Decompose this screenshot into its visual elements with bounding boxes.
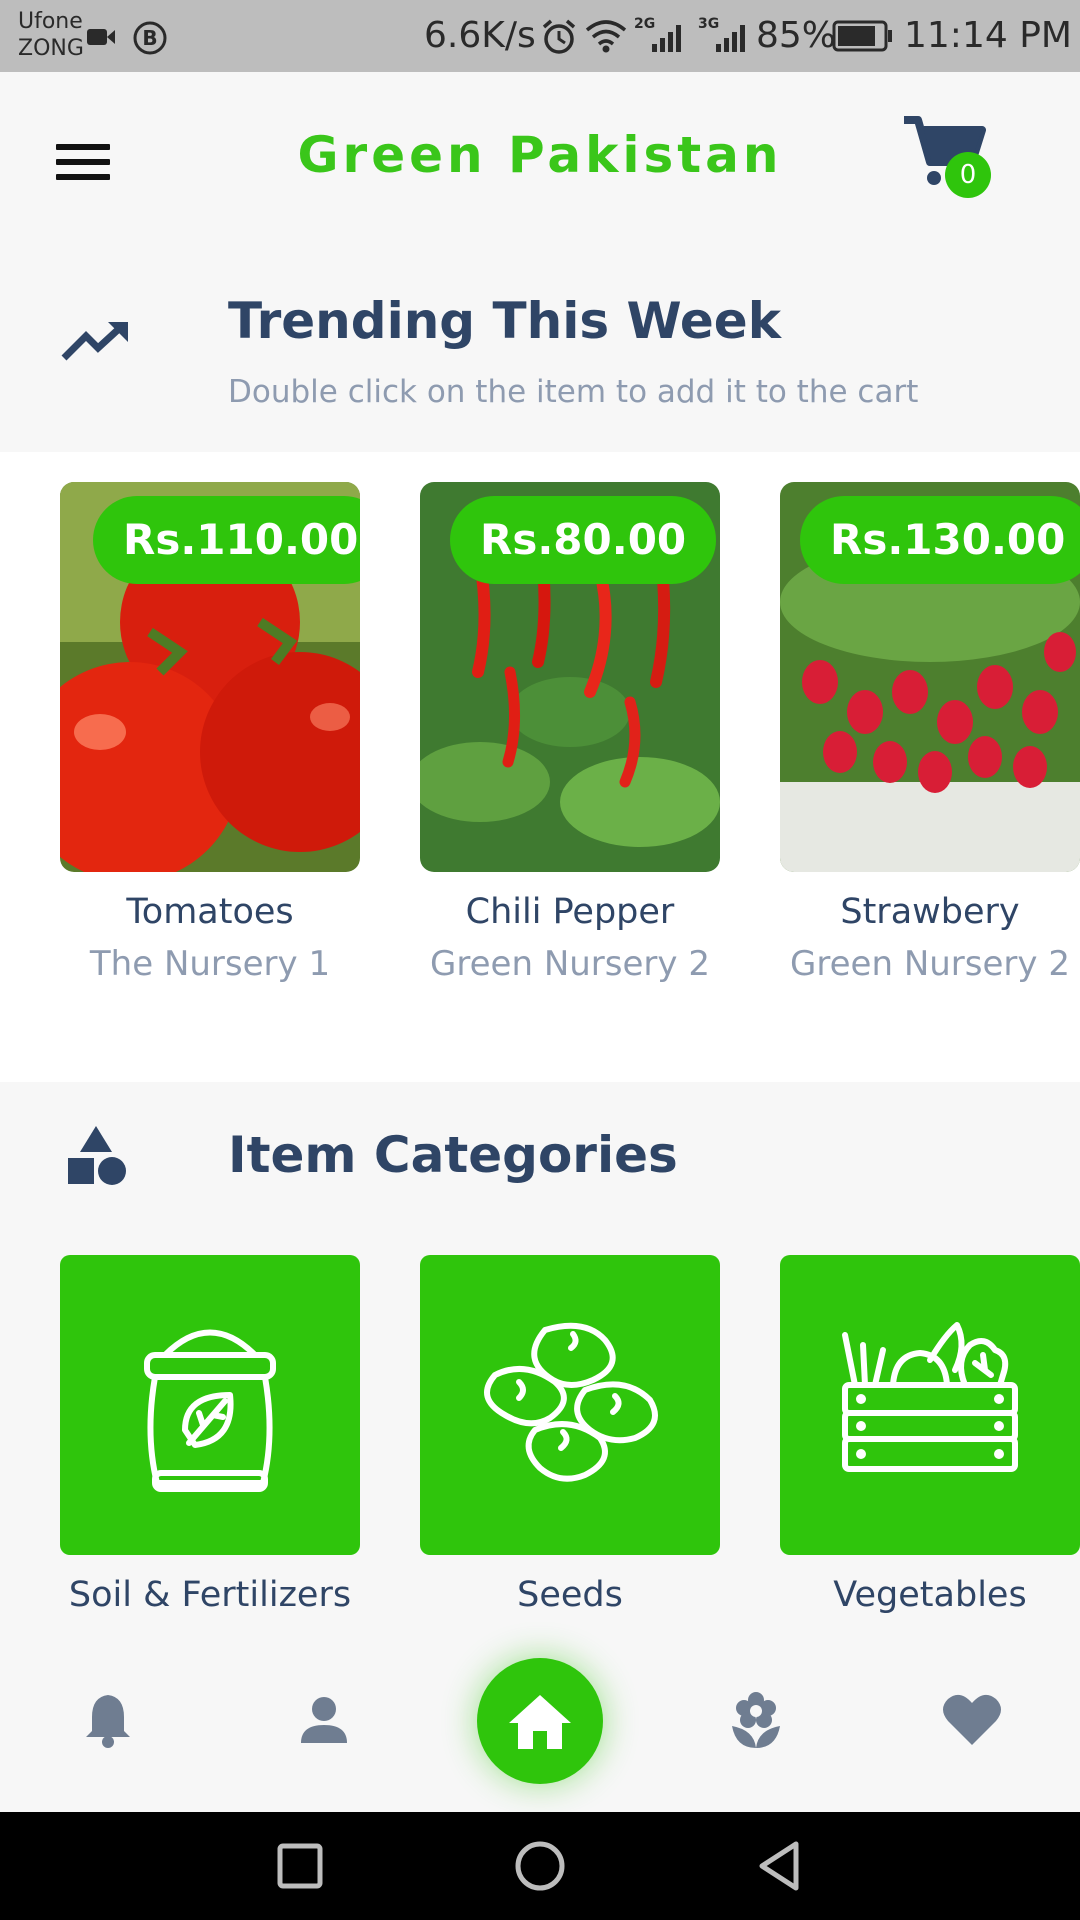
vegetable-crate-icon [842,1322,1018,1472]
carrier-names: Ufone ZONG [18,8,84,62]
carrier-2: ZONG [18,36,84,61]
flower-icon [732,1692,780,1748]
cart-button[interactable]: 0 [900,112,1000,202]
category-label: Soil & Fertilizers [68,1575,352,1615]
categories-title: Item Categories [228,1126,678,1184]
category-tile [420,1255,720,1555]
alarm-icon [542,19,576,54]
svg-text:B: B [142,26,157,50]
app-bar: Green Pakistan 0 [0,72,1080,252]
price-badge: Rs.110.00 [93,496,360,584]
product-card[interactable]: Rs.130.00 Strawbery Green Nursery 2 [780,482,1080,984]
nav-profile[interactable] [284,1680,364,1760]
network-speed: 6.6K/s [424,15,536,56]
carrier-1: Ufone [18,9,83,34]
product-name: Strawbery [840,892,1020,932]
home-icon [509,1695,571,1749]
nav-home[interactable] [477,1658,603,1784]
trending-up-icon [61,322,128,361]
person-icon [301,1697,347,1743]
shapes-icon [68,1126,126,1185]
cart-badge: 0 [945,152,991,198]
product-shop: Green Nursery 2 [430,944,710,984]
product-shop: The Nursery 1 [89,944,331,984]
seeds-icon [484,1322,658,1482]
fertilizer-bag-icon [144,1329,276,1492]
category-label: Vegetables [833,1575,1027,1615]
status-bar: Ufone ZONG B 6.6K/s 2G 3G 85% 11:14 PM [0,0,1080,72]
back-icon[interactable] [750,1836,810,1896]
nav-favorites[interactable] [932,1680,1012,1760]
strawberry-image: Rs.130.00 [780,482,1080,872]
signal-icon [652,25,681,52]
nav-notifications[interactable] [68,1680,148,1760]
category-tile [780,1255,1080,1555]
price-badge: Rs.130.00 [800,496,1080,584]
battery-percent: 85% [756,15,837,56]
tomatoes-image: Rs.110.00 [60,482,360,872]
trending-header: Trending This Week Double click on the i… [0,252,1080,452]
bottom-nav [0,1640,1080,1812]
signal-icon [716,25,745,52]
category-card[interactable]: Soil & Fertilizers [60,1255,360,1615]
clock: 11:14 PM [904,15,1072,56]
categories-header: Item Categories [0,1082,1080,1262]
category-tile [60,1255,360,1555]
price-badge: Rs.80.00 [450,496,717,584]
category-card[interactable]: Seeds [420,1255,720,1615]
home-circle-icon[interactable] [510,1836,570,1896]
product-name: Chili Pepper [465,892,675,932]
wifi-icon [585,20,627,53]
heart-icon [943,1694,1001,1745]
battery-icon [832,20,892,52]
recents-icon[interactable] [270,1836,330,1896]
video-icon [87,29,115,45]
trending-subtitle: Double click on the item to add it to th… [228,374,919,410]
product-card[interactable]: Rs.110.00 Tomatoes The Nursery 1 [60,482,360,984]
chili-pepper-image: Rs.80.00 [420,482,720,872]
system-nav-bar [0,1812,1080,1920]
category-card[interactable]: Vegetables [780,1255,1080,1615]
trending-title: Trending This Week [228,292,781,350]
bell-icon [86,1695,130,1748]
nav-plants[interactable] [716,1680,796,1760]
product-shop: Green Nursery 2 [790,944,1070,984]
category-label: Seeds [517,1575,623,1615]
b-icon: B [133,21,167,55]
category-list: Soil & Fertilizers Seeds Vegetables [0,1255,1080,1635]
trending-products: Rs.110.00 Tomatoes The Nursery 1 Rs.80.0… [0,452,1080,1082]
product-card[interactable]: Rs.80.00 Chili Pepper Green Nursery 2 [420,482,720,984]
product-name: Tomatoes [126,892,294,932]
